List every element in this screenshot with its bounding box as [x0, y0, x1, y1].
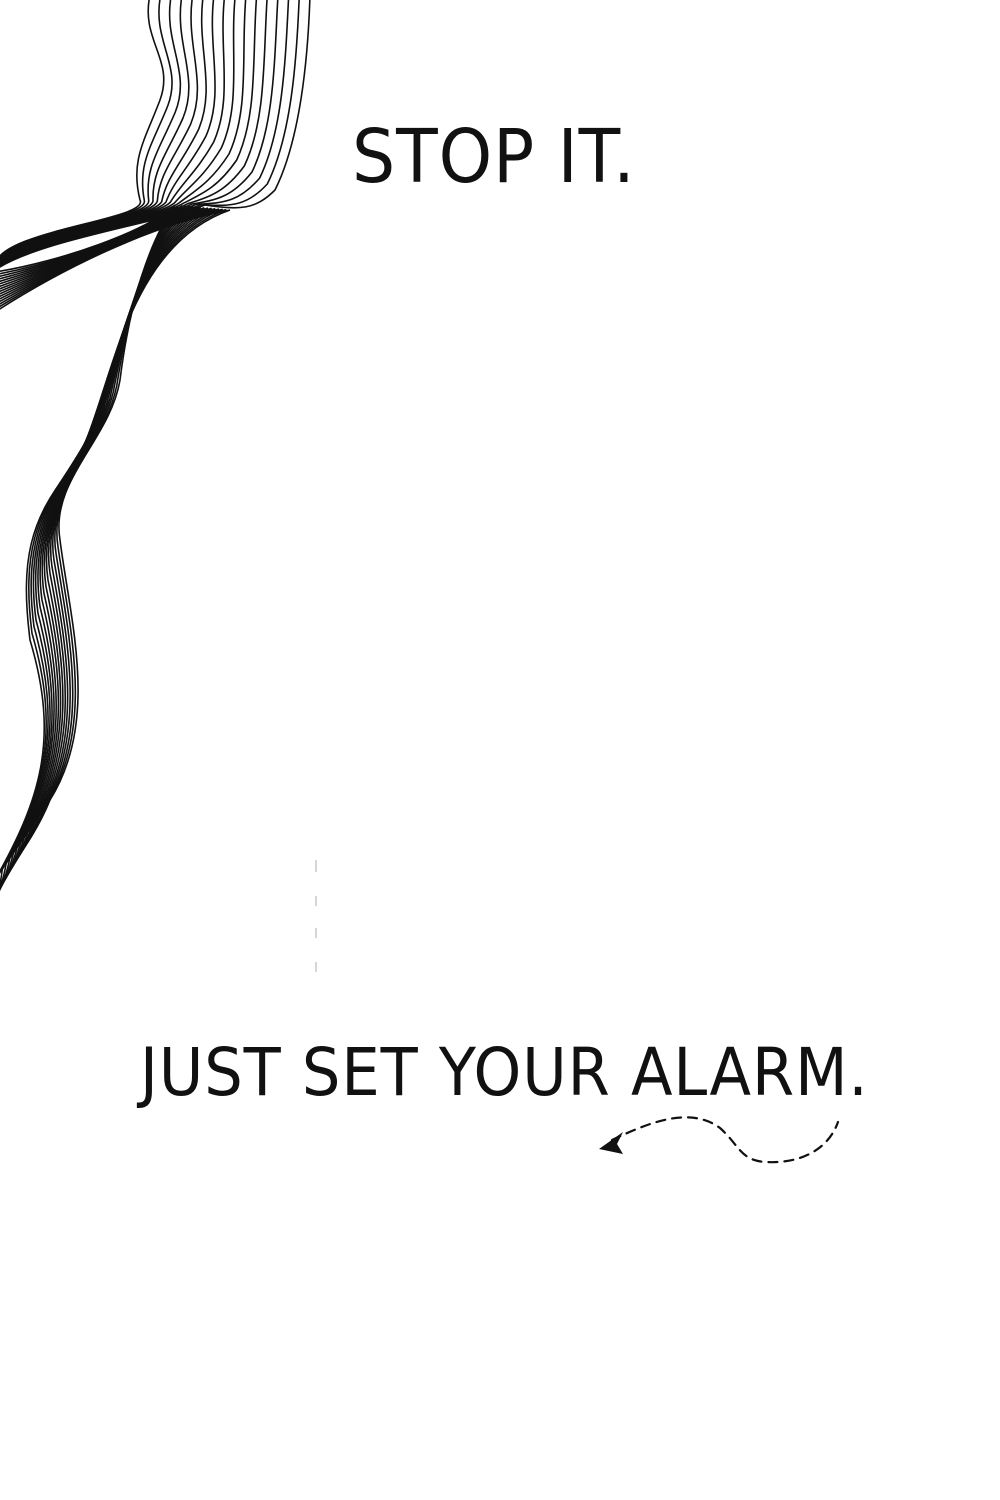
wave-line: [0, 0, 258, 891]
headline-set-alarm: JUST SET YOUR ALARM.: [140, 1034, 869, 1111]
faint-dash-marks: [315, 860, 317, 972]
wave-line: [0, 0, 190, 888]
wave-line: [0, 0, 247, 891]
dashed-arrow-icon: [599, 1116, 840, 1164]
headline-stop-it: STOP IT.: [352, 114, 636, 200]
wavy-lines-decoration: [0, 0, 311, 891]
wave-line: [0, 0, 236, 891]
wave-line: [0, 0, 199, 889]
wave-line: [0, 0, 216, 890]
wave-line: [0, 0, 226, 890]
